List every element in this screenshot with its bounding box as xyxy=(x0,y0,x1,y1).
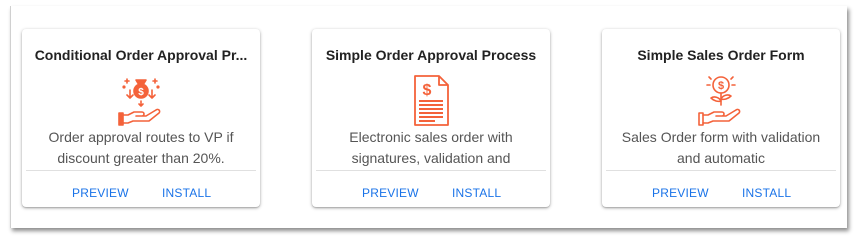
card-divider xyxy=(316,170,546,171)
card-description: Electronic sales order with signatures, … xyxy=(349,129,513,166)
card-title: Simple Sales Order Form xyxy=(637,47,805,63)
card-divider xyxy=(606,170,836,171)
template-card-simple-sales-order-form[interactable]: Simple Sales Order Form $ Sales Order fo… xyxy=(602,29,840,207)
dollar-plant-hand-icon: $ xyxy=(695,73,747,127)
template-card-simple-order-approval[interactable]: Simple Order Approval Process $ Electron… xyxy=(312,29,550,207)
svg-text:$: $ xyxy=(718,80,724,92)
dollar-document-icon: $ xyxy=(405,73,457,127)
install-button[interactable]: INSTALL xyxy=(742,186,791,200)
svg-text:$: $ xyxy=(138,87,144,98)
card-description: Order approval routes to VP if discount … xyxy=(48,129,234,166)
card-title: Conditional Order Approval Pr... xyxy=(34,47,248,63)
card-actions: PREVIEW INSTALL xyxy=(22,186,260,202)
card-title: Simple Order Approval Process xyxy=(325,47,537,63)
preview-button[interactable]: PREVIEW xyxy=(652,186,709,200)
card-actions: PREVIEW INSTALL xyxy=(602,186,840,202)
card-actions: PREVIEW INSTALL xyxy=(312,186,550,202)
template-card-conditional-order-approval[interactable]: Conditional Order Approval Pr... $ Order… xyxy=(22,29,260,207)
svg-text:$: $ xyxy=(423,82,432,99)
preview-button[interactable]: PREVIEW xyxy=(72,186,129,200)
card-description: Sales Order form with validation and aut… xyxy=(621,129,821,166)
install-button[interactable]: INSTALL xyxy=(162,186,211,200)
preview-button[interactable]: PREVIEW xyxy=(362,186,419,200)
install-button[interactable]: INSTALL xyxy=(452,186,501,200)
money-bag-hand-icon: $ xyxy=(115,73,167,127)
card-divider xyxy=(26,170,256,171)
